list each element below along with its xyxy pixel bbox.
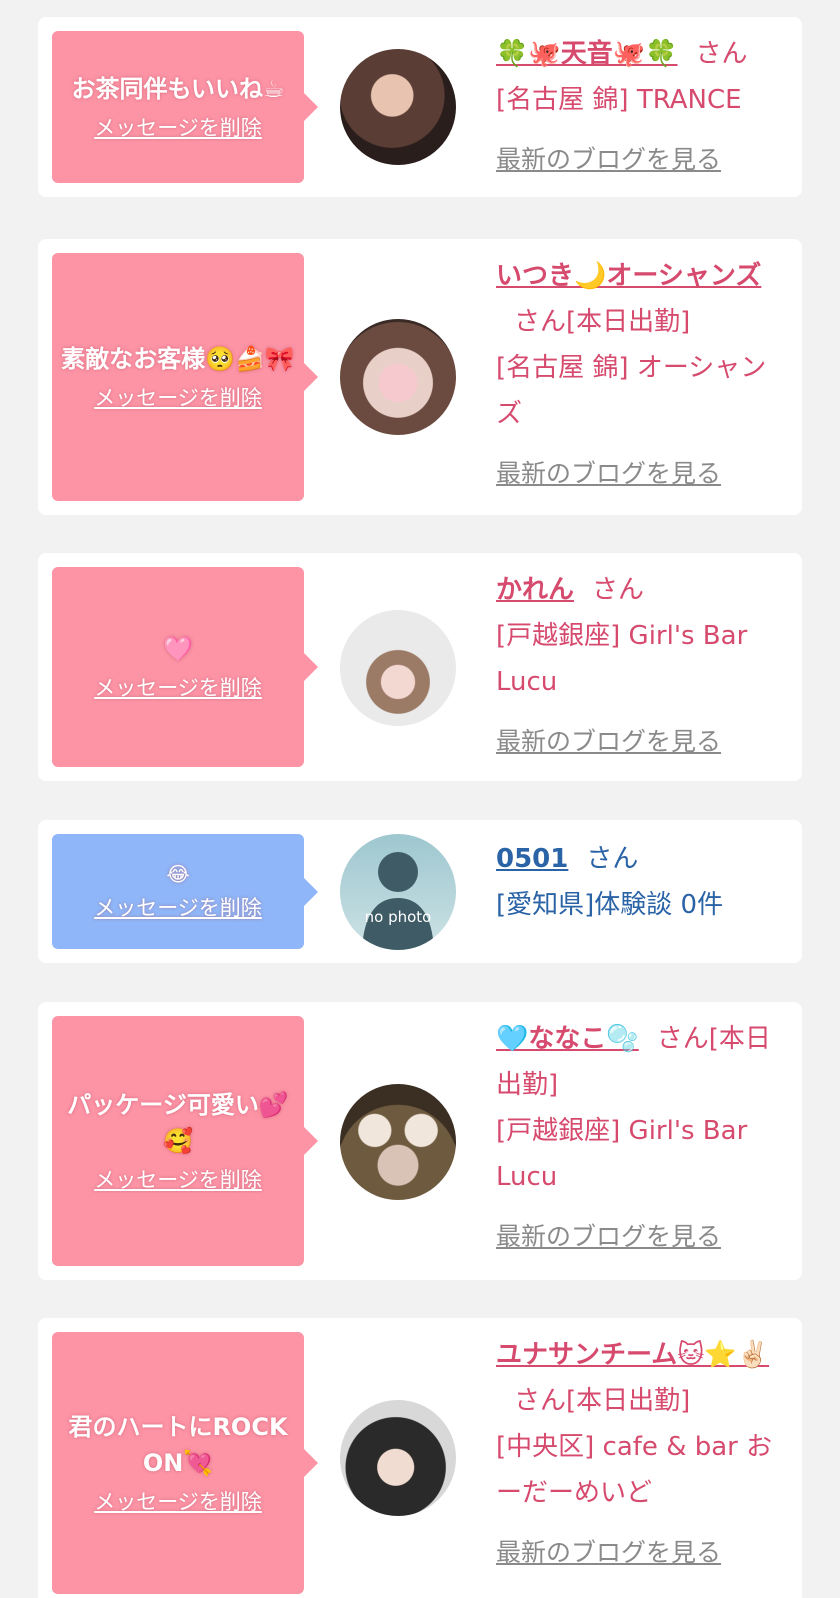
shop-name: [戸越銀座] Girl's Bar Lucu xyxy=(496,621,748,697)
honorific: さん xyxy=(514,1386,567,1416)
honorific: さん xyxy=(514,307,567,337)
shop-name: [名古屋 錦] オーシャンズ xyxy=(496,353,767,429)
delete-message-link[interactable]: メッセージを削除 xyxy=(94,673,262,703)
avatar[interactable] xyxy=(340,319,456,435)
honorific: さん xyxy=(656,1024,709,1054)
message-text: パッケージ可愛い💕🥰 xyxy=(67,1091,289,1155)
message-card: 素敵なお客様🥺🍰🎀 メッセージを削除 いつき🌙オーシャンズさん[本日出勤] [名… xyxy=(38,239,802,515)
delete-message-link[interactable]: メッセージを削除 xyxy=(94,1487,262,1517)
message-bubble: 素敵なお客様🥺🍰🎀 メッセージを削除 xyxy=(52,253,318,501)
cast-name-link[interactable]: 🍀🐙天音🐙🍀 xyxy=(496,39,678,69)
delete-message-link[interactable]: メッセージを削除 xyxy=(94,1165,262,1195)
message-bubble: お茶同伴もいいね☕ メッセージを削除 xyxy=(52,31,318,183)
message-text: 素敵なお客様🥺🍰🎀 xyxy=(61,345,295,373)
cast-name-link[interactable]: いつき🌙オーシャンズ xyxy=(496,261,761,291)
shop-name: [愛知県]体験談 0件 xyxy=(496,890,724,920)
avatar[interactable] xyxy=(340,610,456,726)
latest-blog-link[interactable]: 最新のブログを見る xyxy=(496,1214,786,1260)
message-bubble: 😂 メッセージを削除 xyxy=(52,834,318,949)
latest-blog-link[interactable]: 最新のブログを見る xyxy=(496,137,786,183)
avatar[interactable] xyxy=(340,1084,456,1200)
cast-name-link[interactable]: ユナサンチーム🐱⭐✌🏻 xyxy=(496,1340,769,1370)
message-card: 😂 メッセージを削除 no photo 0501 さん [愛知県]体験談 0件 xyxy=(38,820,802,963)
no-photo-silhouette-icon xyxy=(362,852,434,950)
avatar[interactable]: no photo xyxy=(340,834,456,950)
message-text: 🩷 xyxy=(163,635,193,663)
message-card: パッケージ可愛い💕🥰 メッセージを削除 🩵ななこ🫧 さん[本日出勤] [戸越銀座]… xyxy=(38,1002,802,1280)
message-bubble: パッケージ可愛い💕🥰 メッセージを削除 xyxy=(52,1016,318,1266)
delete-message-link[interactable]: メッセージを削除 xyxy=(94,893,262,923)
message-card: 🩷 メッセージを削除 かれん さん [戸越銀座] Girl's Bar Lucu … xyxy=(38,553,802,781)
cast-name-link[interactable]: 🩵ななこ🫧 xyxy=(496,1024,639,1054)
delete-message-link[interactable]: メッセージを削除 xyxy=(94,113,262,143)
message-text: 君のハートにROCK ON💘 xyxy=(68,1413,288,1477)
latest-blog-link[interactable]: 最新のブログを見る xyxy=(496,451,786,497)
no-photo-label: no photo xyxy=(364,908,432,926)
shop-name: [中央区] cafe & bar おーだーめいど xyxy=(496,1432,773,1508)
cast-info: ユナサンチーム🐱⭐✌🏻 さん[本日出勤] [中央区] cafe & bar おーだ… xyxy=(496,1332,786,1576)
work-status: [本日出勤] xyxy=(566,307,691,337)
honorific: さん xyxy=(695,39,748,69)
message-card: 君のハートにROCK ON💘 メッセージを削除 ユナサンチーム🐱⭐✌🏻 さん[本日… xyxy=(38,1318,802,1598)
cast-name-link[interactable]: 0501 xyxy=(496,844,568,874)
delete-message-link[interactable]: メッセージを削除 xyxy=(94,383,262,413)
work-status: [本日出勤] xyxy=(566,1386,691,1416)
cast-name-link[interactable]: かれん xyxy=(496,575,574,605)
cast-info: 🩵ななこ🫧 さん[本日出勤] [戸越銀座] Girl's Bar Lucu 最新の… xyxy=(496,1016,786,1260)
message-text: 😂 xyxy=(166,861,190,886)
avatar[interactable] xyxy=(340,49,456,165)
avatar[interactable] xyxy=(340,1400,456,1516)
message-card: お茶同伴もいいね☕ メッセージを削除 🍀🐙天音🐙🍀 さん [名古屋 錦] TRAN… xyxy=(38,17,802,197)
honorific: さん xyxy=(592,575,645,605)
shop-name: [名古屋 錦] TRANCE xyxy=(496,85,742,115)
cast-info: 🍀🐙天音🐙🍀 さん [名古屋 錦] TRANCE 最新のブログを見る xyxy=(496,31,786,183)
cast-info: 0501 さん [愛知県]体験談 0件 xyxy=(496,836,786,928)
cast-info: いつき🌙オーシャンズさん[本日出勤] [名古屋 錦] オーシャンズ 最新のブログ… xyxy=(496,253,786,497)
latest-blog-link[interactable]: 最新のブログを見る xyxy=(496,1530,786,1576)
latest-blog-link[interactable]: 最新のブログを見る xyxy=(496,719,786,765)
cast-info: かれん さん [戸越銀座] Girl's Bar Lucu 最新のブログを見る xyxy=(496,567,786,765)
message-bubble: 君のハートにROCK ON💘 メッセージを削除 xyxy=(52,1332,318,1594)
shop-name: [戸越銀座] Girl's Bar Lucu xyxy=(496,1116,748,1192)
message-list: お茶同伴もいいね☕ メッセージを削除 🍀🐙天音🐙🍀 さん [名古屋 錦] TRAN… xyxy=(0,0,840,1598)
message-bubble: 🩷 メッセージを削除 xyxy=(52,567,318,767)
message-text: お茶同伴もいいね☕ xyxy=(71,75,285,103)
honorific: さん xyxy=(586,844,639,874)
